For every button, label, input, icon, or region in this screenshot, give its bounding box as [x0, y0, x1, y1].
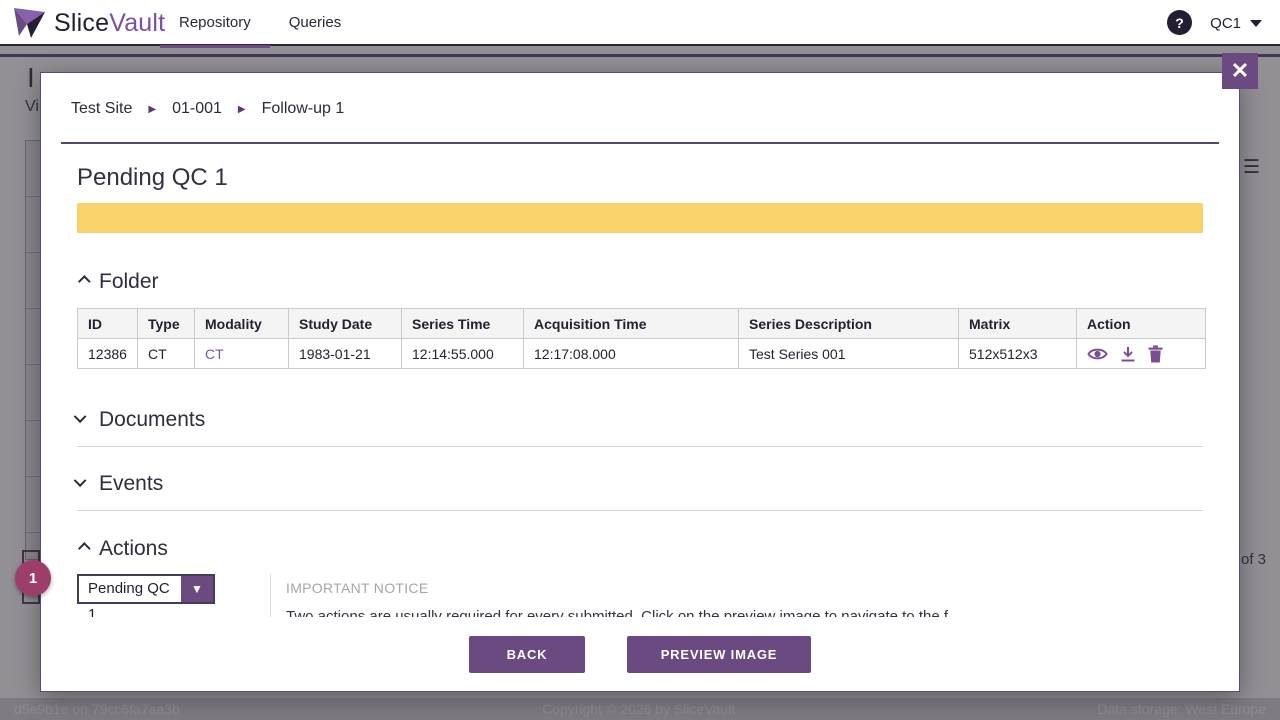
modal-footer: BACK PREVIEW IMAGE	[41, 617, 1239, 691]
breadcrumb-timepoint[interactable]: Follow-up 1	[262, 100, 345, 118]
section-label-documents: Documents	[99, 406, 205, 433]
cell-series-description: Test Series 001	[739, 339, 959, 369]
section-header-documents[interactable]: Documents	[77, 406, 1203, 433]
step-badge[interactable]: 1	[15, 560, 51, 596]
col-header-action: Action	[1077, 309, 1206, 339]
vertical-divider	[270, 574, 271, 617]
cell-type: CT	[138, 339, 195, 369]
folder-table-header-row: ID Type Modality Study Date Series Time …	[78, 309, 1206, 339]
section-divider	[77, 446, 1203, 447]
user-menu[interactable]: QC1	[1210, 0, 1262, 46]
notice-body-clipped: Two actions are usually required for eve…	[286, 608, 1166, 617]
status-select-value: Pending QC 1	[79, 576, 181, 602]
col-header-matrix: Matrix	[959, 309, 1077, 339]
status-select[interactable]: Pending QC 1 ▼	[77, 574, 215, 604]
cell-study-date: 1983-01-21	[289, 339, 402, 369]
row-actions	[1087, 345, 1195, 363]
nav-tab-repository[interactable]: Repository	[160, 0, 270, 46]
cell-id: 12386	[78, 339, 138, 369]
col-header-id: ID	[78, 309, 138, 339]
main-nav: Repository Queries	[160, 0, 360, 46]
cell-acquisition-time: 12:17:08.000	[524, 339, 739, 369]
breadcrumb-divider	[61, 142, 1219, 144]
nav-tab-queries[interactable]: Queries	[270, 0, 361, 46]
breadcrumb-arrow-icon: ▶	[238, 104, 246, 115]
select-arrow-icon: ▼	[181, 576, 213, 602]
col-header-modality: Modality	[195, 309, 289, 339]
table-row: 12386 CT CT 1983-01-21 12:14:55.000 12:1…	[78, 339, 1206, 369]
breadcrumb-subject[interactable]: 01-001	[172, 100, 222, 118]
user-menu-label: QC1	[1210, 15, 1241, 32]
actions-content: Pending QC 1 ▼ IMPORTANT NOTICE Two acti…	[77, 574, 1203, 617]
modal-body: Test Site ▶ 01-001 ▶ Follow-up 1 Pending…	[41, 73, 1239, 617]
download-icon[interactable]	[1119, 345, 1137, 363]
chevron-up-icon	[78, 275, 91, 288]
modal-title: Pending QC 1	[77, 162, 1203, 193]
chevron-down-icon	[74, 410, 87, 423]
col-header-series-description: Series Description	[739, 309, 959, 339]
app-logo[interactable]: SliceVault	[12, 5, 165, 41]
breadcrumb-site[interactable]: Test Site	[71, 100, 132, 118]
section-divider	[77, 510, 1203, 511]
status-banner	[77, 203, 1203, 233]
col-header-study-date: Study Date	[289, 309, 402, 339]
section-label-events: Events	[99, 470, 163, 497]
slicevault-logo-icon	[12, 5, 48, 41]
section-header-folder[interactable]: Folder	[77, 268, 1203, 295]
notice-heading: IMPORTANT NOTICE	[286, 580, 1166, 596]
breadcrumb-arrow-icon: ▶	[148, 104, 156, 115]
col-header-type: Type	[138, 309, 195, 339]
close-icon[interactable]: ✕	[1222, 53, 1258, 89]
cell-matrix: 512x512x3	[959, 339, 1077, 369]
col-header-series-time: Series Time	[402, 309, 524, 339]
chevron-up-icon	[78, 542, 91, 555]
important-notice: IMPORTANT NOTICE Two actions are usually…	[286, 574, 1166, 617]
view-eye-icon[interactable]	[1087, 346, 1108, 362]
breadcrumb: Test Site ▶ 01-001 ▶ Follow-up 1	[41, 73, 1239, 118]
section-label-actions: Actions	[99, 535, 168, 562]
cell-modality-link[interactable]: CT	[195, 339, 289, 369]
section-header-actions[interactable]: Actions	[77, 535, 1203, 562]
back-button[interactable]: BACK	[469, 636, 585, 673]
app-logo-text: SliceVault	[54, 9, 165, 38]
folder-table: ID Type Modality Study Date Series Time …	[77, 308, 1206, 369]
help-icon[interactable]: ?	[1167, 10, 1192, 35]
section-header-events[interactable]: Events	[77, 470, 1203, 497]
folder-detail-modal: Test Site ▶ 01-001 ▶ Follow-up 1 Pending…	[40, 72, 1240, 692]
cell-series-time: 12:14:55.000	[402, 339, 524, 369]
delete-trash-icon[interactable]	[1148, 345, 1163, 363]
app-header: SliceVault Repository Queries ? QC1	[0, 0, 1280, 46]
preview-image-button[interactable]: PREVIEW IMAGE	[627, 636, 811, 673]
section-label-folder: Folder	[99, 268, 159, 295]
chevron-down-icon	[74, 474, 87, 487]
col-header-acquisition-time: Acquisition Time	[524, 309, 739, 339]
chevron-down-icon	[1250, 20, 1262, 27]
